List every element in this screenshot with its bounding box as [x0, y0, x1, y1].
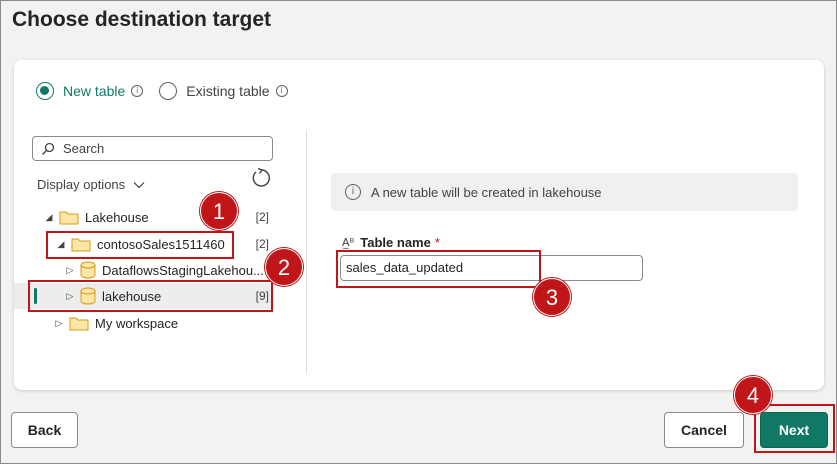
item-count: [2]: [255, 210, 269, 224]
dialog-title: Choose destination target: [12, 8, 272, 31]
search-input[interactable]: Search: [32, 136, 273, 161]
callout-badge-1: 1: [200, 192, 238, 230]
tree-item-my-workspace[interactable]: ▷ My workspace: [14, 310, 294, 336]
table-mode-radio-group: New table i Existing table i: [36, 82, 304, 100]
destination-panel: New table i Existing table i Search Disp…: [14, 60, 824, 390]
callout-box-lakehouse: [28, 280, 273, 312]
tree-item-label: Lakehouse: [85, 209, 149, 225]
caret-collapsed-icon[interactable]: ▷: [64, 265, 76, 276]
table-name-label: A̲ᴮ Table name *: [342, 235, 440, 250]
table-name-label-text: Table name: [360, 235, 431, 250]
back-button[interactable]: Back: [11, 412, 78, 448]
folder-icon: [59, 211, 79, 225]
required-marker: *: [434, 235, 440, 250]
new-table-option[interactable]: New table i: [36, 82, 144, 100]
existing-table-radio[interactable]: [159, 82, 178, 100]
info-icon: i: [345, 184, 361, 200]
existing-table-option[interactable]: Existing table i: [159, 82, 288, 100]
tree-item-lakehouse-root[interactable]: ◢ Lakehouse [2]: [14, 204, 294, 230]
database-icon: [80, 261, 96, 279]
callout-badge-2: 2: [265, 248, 303, 286]
text-field-icon: A̲ᴮ: [342, 236, 355, 249]
new-table-label: New table: [63, 83, 126, 99]
chevron-down-icon: [133, 181, 145, 188]
caret-collapsed-icon[interactable]: ▷: [53, 318, 65, 329]
caret-expanded-icon[interactable]: ◢: [43, 212, 55, 223]
callout-badge-4: 4: [734, 376, 772, 414]
folder-icon: [69, 317, 89, 331]
callout-badge-3: 3: [533, 278, 571, 316]
tree-item-label: DataflowsStagingLakehou...: [102, 262, 264, 278]
display-options-label: Display options: [37, 177, 126, 192]
info-message: A new table will be created in lakehouse: [371, 184, 602, 200]
info-message-bar: i A new table will be created in lakehou…: [331, 173, 798, 211]
new-table-radio[interactable]: [36, 82, 54, 100]
search-icon: [42, 142, 55, 155]
tree-item-label: My workspace: [95, 315, 179, 331]
callout-box-table-name: [336, 250, 541, 288]
existing-table-label: Existing table: [186, 83, 270, 99]
info-icon[interactable]: i: [131, 85, 144, 97]
info-icon[interactable]: i: [275, 85, 288, 97]
refresh-icon[interactable]: [250, 167, 272, 189]
search-placeholder: Search: [63, 141, 105, 156]
callout-box-workspace: [46, 231, 234, 259]
panel-divider: [306, 130, 307, 374]
cancel-button[interactable]: Cancel: [664, 412, 744, 448]
next-button[interactable]: Next: [760, 412, 828, 448]
item-count: [2]: [255, 237, 269, 251]
display-options-dropdown[interactable]: Display options: [37, 177, 145, 192]
